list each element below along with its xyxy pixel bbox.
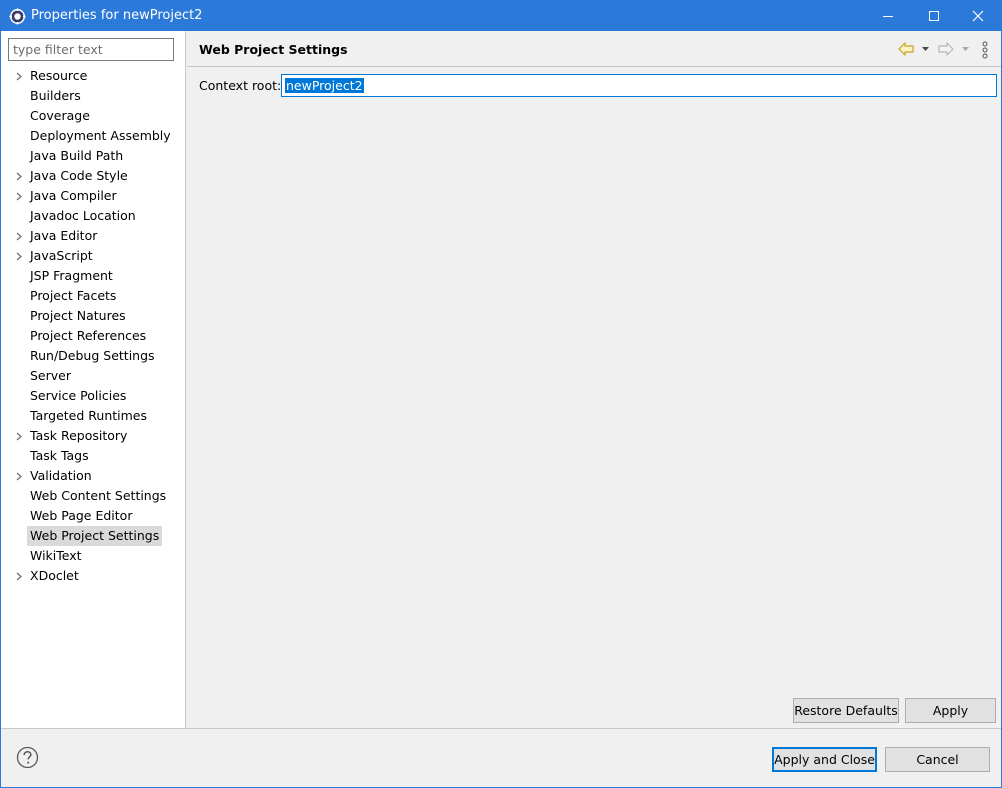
close-button[interactable] [955,1,1001,31]
view-menu-icon[interactable] [980,41,990,59]
tree-item[interactable]: Resource [1,66,185,86]
tree-item[interactable]: Task Repository [1,426,185,446]
tree-item[interactable]: Web Page Editor [1,506,185,526]
forward-dropdown-icon[interactable] [961,46,970,52]
page-title: Web Project Settings [199,42,348,57]
tree-item[interactable]: Java Code Style [1,166,185,186]
tree-item-label: JavaScript [30,248,93,263]
tree-item-label: Java Compiler [30,188,117,203]
tree-item[interactable]: Targeted Runtimes [1,406,185,426]
tree-item[interactable]: XDoclet [1,566,185,586]
chevron-right-icon[interactable] [15,172,23,181]
header-separator [187,66,1001,67]
forward-arrow-icon[interactable] [937,41,955,57]
tree-item[interactable]: Coverage [1,106,185,126]
tree-item[interactable]: Java Compiler [1,186,185,206]
chevron-right-icon[interactable] [15,432,23,441]
tree-item-label: Service Policies [30,388,127,403]
tree-item[interactable]: Task Tags [1,446,185,466]
property-page-tree: Resource Builders Coverage Deployment Assem… [1,66,185,586]
tree-item-label: Resource [30,68,88,83]
tree-item-label: Web Content Settings [30,488,167,503]
tree-item-label: Builders [30,88,81,103]
apply-and-close-button[interactable]: Apply and Close [772,747,877,772]
tree-item-label: Javadoc Location [30,208,136,223]
filter-input[interactable] [8,38,174,61]
chevron-right-icon[interactable] [15,252,23,261]
tree-item[interactable]: Server [1,366,185,386]
footer-separator [1,728,1001,729]
back-dropdown-icon[interactable] [921,46,930,52]
tree-item-label: Project Facets [30,288,117,303]
tree-item-label: Task Repository [30,428,128,443]
tree-item[interactable]: Web Content Settings [1,486,185,506]
tree-item-label: Deployment Assembly [30,128,171,143]
tree-item-label: Task Tags [30,448,89,463]
tree-item-label: Run/Debug Settings [30,348,155,363]
tree-item[interactable]: Deployment Assembly [1,126,185,146]
tree-item-label: WikiText [30,548,82,563]
tree-item-label: Targeted Runtimes [30,408,147,423]
tree-item-label: Java Build Path [30,148,124,163]
tree-item[interactable]: Java Build Path [1,146,185,166]
tree-item[interactable]: Service Policies [1,386,185,406]
tree-item[interactable]: Project Natures [1,306,185,326]
title-bar[interactable]: Properties for newProject2 [1,1,1001,31]
tree-item[interactable]: Java Editor [1,226,185,246]
apply-button[interactable]: Apply [905,698,996,723]
tree-item[interactable]: JavaScript [1,246,185,266]
chevron-right-icon[interactable] [15,192,23,201]
eclipse-gear-icon [9,8,26,25]
tree-item-label: Web Page Editor [30,508,133,523]
context-root-label: Context root: [199,78,282,93]
help-icon[interactable] [16,746,39,769]
back-arrow-icon[interactable] [897,41,915,57]
tree-item[interactable]: Run/Debug Settings [1,346,185,366]
maximize-button[interactable] [911,1,957,31]
tree-item-label: Server [30,368,71,383]
context-root-input[interactable]: newProject2 [281,74,997,97]
properties-dialog: Properties for newProject2 Resource Build… [0,0,1002,788]
window-title: Properties for newProject2 [31,8,203,23]
chevron-right-icon[interactable] [15,472,23,481]
cancel-button[interactable]: Cancel [885,747,990,772]
tree-item[interactable]: Builders [1,86,185,106]
tree-item-label: Project References [30,328,147,343]
tree-item[interactable]: JSP Fragment [1,266,185,286]
tree-item[interactable]: Validation [1,466,185,486]
close-icon [972,10,984,22]
tree-item[interactable]: Web Project Settings [1,526,185,546]
tree-item-label: Project Natures [30,308,126,323]
chevron-right-icon[interactable] [15,232,23,241]
tree-item-label: Java Editor [30,228,98,243]
tree-item-label: Validation [30,468,92,483]
maximize-icon [929,11,939,21]
minimize-button[interactable] [865,1,911,31]
context-root-value: newProject2 [285,78,364,93]
tree-item-label: JSP Fragment [30,268,113,283]
tree-item-label: Java Code Style [30,168,128,183]
tree-item-label: Web Project Settings [27,526,163,546]
tree-item[interactable]: WikiText [1,546,185,566]
tree-item[interactable]: Javadoc Location [1,206,185,226]
navigation-pane: Resource Builders Coverage Deployment Assem… [1,31,186,728]
chevron-right-icon[interactable] [15,72,23,81]
tree-item[interactable]: Project References [1,326,185,346]
minimize-icon [883,16,893,17]
tree-item[interactable]: Project Facets [1,286,185,306]
tree-item-label: XDoclet [30,568,79,583]
chevron-right-icon[interactable] [15,572,23,581]
tree-item-label: Coverage [30,108,90,123]
restore-defaults-button[interactable]: Restore Defaults [793,698,899,723]
